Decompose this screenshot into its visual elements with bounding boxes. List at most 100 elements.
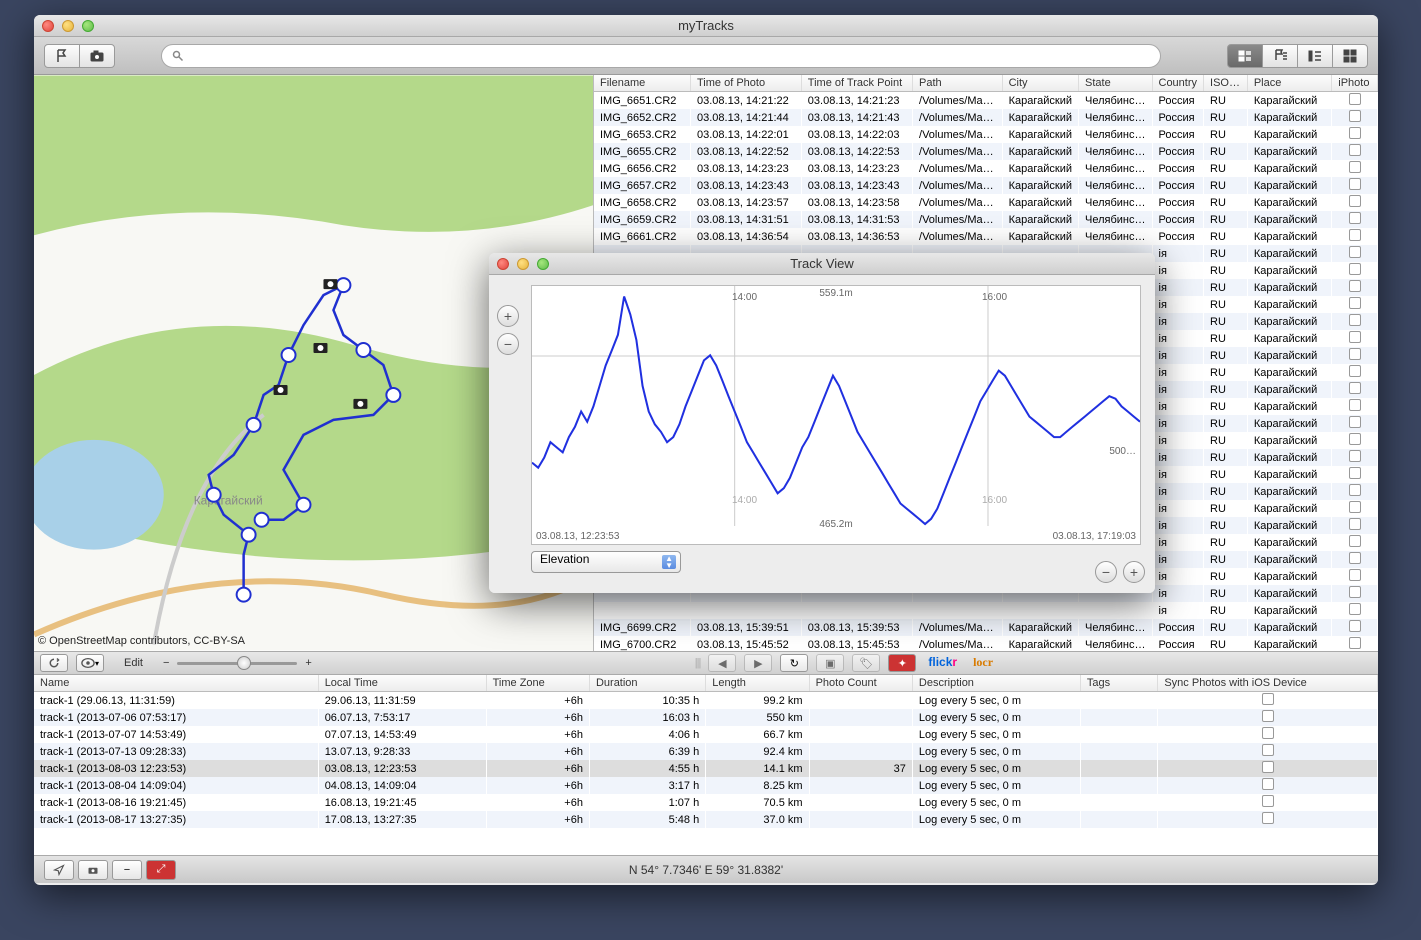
photo-row[interactable]: іяRUКарагайский — [594, 602, 1378, 619]
close-window-button[interactable] — [42, 20, 54, 32]
refresh-button[interactable] — [40, 654, 68, 672]
iphoto-checkbox[interactable] — [1349, 518, 1361, 530]
iphoto-checkbox[interactable] — [1349, 399, 1361, 411]
sync-checkbox[interactable] — [1262, 710, 1274, 722]
view-tiles-button[interactable] — [1332, 44, 1368, 68]
track-col-header[interactable]: Tags — [1080, 675, 1158, 692]
flag-button[interactable] — [44, 44, 80, 68]
view-photo-list-button[interactable] — [1227, 44, 1263, 68]
iphoto-checkbox[interactable] — [1349, 93, 1361, 105]
track-row[interactable]: track-1 (2013-07-13 09:28:33)13.07.13, 9… — [34, 743, 1378, 760]
photo-row[interactable]: IMG_6651.CR203.08.13, 14:21:2203.08.13, … — [594, 92, 1378, 110]
track-row[interactable]: track-1 (2013-07-06 07:53:17)06.07.13, 7… — [34, 709, 1378, 726]
track-row[interactable]: track-1 (29.06.13, 11:31:59)29.06.13, 11… — [34, 692, 1378, 710]
iphoto-checkbox[interactable] — [1349, 501, 1361, 513]
minimize2-button[interactable]: − — [112, 860, 142, 880]
iphoto-checkbox[interactable] — [1349, 331, 1361, 343]
sync-checkbox[interactable] — [1262, 727, 1274, 739]
photo-row[interactable]: IMG_6652.CR203.08.13, 14:21:4403.08.13, … — [594, 109, 1378, 126]
iphoto-checkbox[interactable] — [1349, 467, 1361, 479]
photo-col-header[interactable]: Path — [913, 75, 1003, 92]
iphoto-checkbox[interactable] — [1349, 246, 1361, 258]
photo-row[interactable]: IMG_6653.CR203.08.13, 14:22:0103.08.13, … — [594, 126, 1378, 143]
sync-checkbox[interactable] — [1262, 744, 1274, 756]
iphoto-checkbox[interactable] — [1349, 552, 1361, 564]
photo-row[interactable]: IMG_6659.CR203.08.13, 14:31:5103.08.13, … — [594, 211, 1378, 228]
titlebar[interactable]: myTracks — [34, 15, 1378, 37]
track-col-header[interactable]: Duration — [589, 675, 705, 692]
photo-row[interactable]: IMG_6658.CR203.08.13, 14:23:5703.08.13, … — [594, 194, 1378, 211]
iphoto-checkbox[interactable] — [1349, 620, 1361, 632]
iphoto-checkbox[interactable] — [1349, 416, 1361, 428]
zoom-slider[interactable] — [177, 662, 297, 665]
photo-row[interactable]: IMG_6656.CR203.08.13, 14:23:2303.08.13, … — [594, 160, 1378, 177]
iphoto-checkbox[interactable] — [1349, 382, 1361, 394]
zoom-out-button[interactable]: − — [163, 657, 169, 669]
track-col-header[interactable]: Name — [34, 675, 318, 692]
iphoto-checkbox[interactable] — [1349, 586, 1361, 598]
iphoto-checkbox[interactable] — [1349, 178, 1361, 190]
track-col-header[interactable]: Description — [912, 675, 1080, 692]
track-view-window[interactable]: Track View + − 559.1m 465.2m 14:00 16:00… — [489, 253, 1155, 593]
track-row[interactable]: track-1 (2013-08-04 14:09:04)04.08.13, 1… — [34, 777, 1378, 794]
photo-col-header[interactable]: iPhoto — [1332, 75, 1378, 92]
iphoto-checkbox[interactable] — [1349, 637, 1361, 649]
tracks-table[interactable]: NameLocal TimeTime ZoneDurationLengthPho… — [34, 675, 1378, 855]
photo-row[interactable]: IMG_6657.CR203.08.13, 14:23:4303.08.13, … — [594, 177, 1378, 194]
tv-minus[interactable]: − — [1095, 561, 1117, 583]
eye-button[interactable]: ▾ — [76, 654, 104, 672]
flickr-logo[interactable]: flickr — [924, 655, 961, 671]
sync-checkbox[interactable] — [1262, 761, 1274, 773]
track-col-header[interactable]: Local Time — [318, 675, 486, 692]
iphoto-checkbox[interactable] — [1349, 195, 1361, 207]
zoom-window-button[interactable] — [82, 20, 94, 32]
iphoto-checkbox[interactable] — [1349, 365, 1361, 377]
photo-col-header[interactable]: Country — [1152, 75, 1204, 92]
iphoto-checkbox[interactable] — [1349, 314, 1361, 326]
photo-row[interactable]: IMG_6661.CR203.08.13, 14:36:5403.08.13, … — [594, 228, 1378, 245]
photo-col-header[interactable]: City — [1002, 75, 1078, 92]
refresh2-button[interactable]: ↻ — [780, 654, 808, 672]
zoom-in-button[interactable]: + — [305, 657, 311, 669]
iphoto-checkbox[interactable] — [1349, 161, 1361, 173]
tv-zoom-button[interactable] — [537, 258, 549, 270]
sync-checkbox[interactable] — [1262, 693, 1274, 705]
track-row[interactable]: track-1 (2013-08-03 12:23:53)03.08.13, 1… — [34, 760, 1378, 777]
tv-minimize-button[interactable] — [517, 258, 529, 270]
minimize-window-button[interactable] — [62, 20, 74, 32]
elevation-chart[interactable]: 559.1m 465.2m 14:00 16:00 14:00 16:00 50… — [531, 285, 1141, 545]
photo-row[interactable]: IMG_6700.CR203.08.13, 15:45:5203.08.13, … — [594, 636, 1378, 651]
service-red-button[interactable]: ✦ — [888, 654, 916, 672]
iphoto-checkbox[interactable] — [1349, 212, 1361, 224]
photo-col-header[interactable]: State — [1079, 75, 1152, 92]
track-col-header[interactable]: Time Zone — [486, 675, 589, 692]
iphoto-checkbox[interactable] — [1349, 110, 1361, 122]
view-waypoints-button[interactable] — [1262, 44, 1298, 68]
iphoto-checkbox[interactable] — [1349, 603, 1361, 615]
track-col-header[interactable]: Length — [706, 675, 809, 692]
camera-button[interactable] — [79, 44, 115, 68]
prev-button[interactable]: ◀ — [708, 654, 736, 672]
view-tracks-button[interactable] — [1297, 44, 1333, 68]
camera2-button[interactable] — [78, 860, 108, 880]
tv-close-button[interactable] — [497, 258, 509, 270]
next-button[interactable]: ▶ — [744, 654, 772, 672]
edit-label[interactable]: Edit — [112, 657, 155, 669]
iphoto-checkbox[interactable] — [1349, 127, 1361, 139]
iphoto-checkbox[interactable] — [1349, 433, 1361, 445]
sync-checkbox[interactable] — [1262, 812, 1274, 824]
photo-row[interactable]: IMG_6699.CR203.08.13, 15:39:5103.08.13, … — [594, 619, 1378, 636]
iphoto-checkbox[interactable] — [1349, 144, 1361, 156]
photo-col-header[interactable]: Time of Photo — [691, 75, 802, 92]
chart-type-select[interactable]: Elevation ▲▼ — [531, 551, 681, 573]
track-col-header[interactable]: Photo Count — [809, 675, 912, 692]
expand-button[interactable]: ⤢ — [146, 860, 176, 880]
photo-col-header[interactable]: Filename — [594, 75, 691, 92]
iphoto-checkbox[interactable] — [1349, 535, 1361, 547]
iphoto-checkbox[interactable] — [1349, 569, 1361, 581]
iphoto-checkbox[interactable] — [1349, 280, 1361, 292]
sync-checkbox[interactable] — [1262, 778, 1274, 790]
search-field-input[interactable] — [190, 49, 1150, 63]
iphoto-checkbox[interactable] — [1349, 348, 1361, 360]
photo-col-header[interactable]: Time of Track Point — [801, 75, 912, 92]
